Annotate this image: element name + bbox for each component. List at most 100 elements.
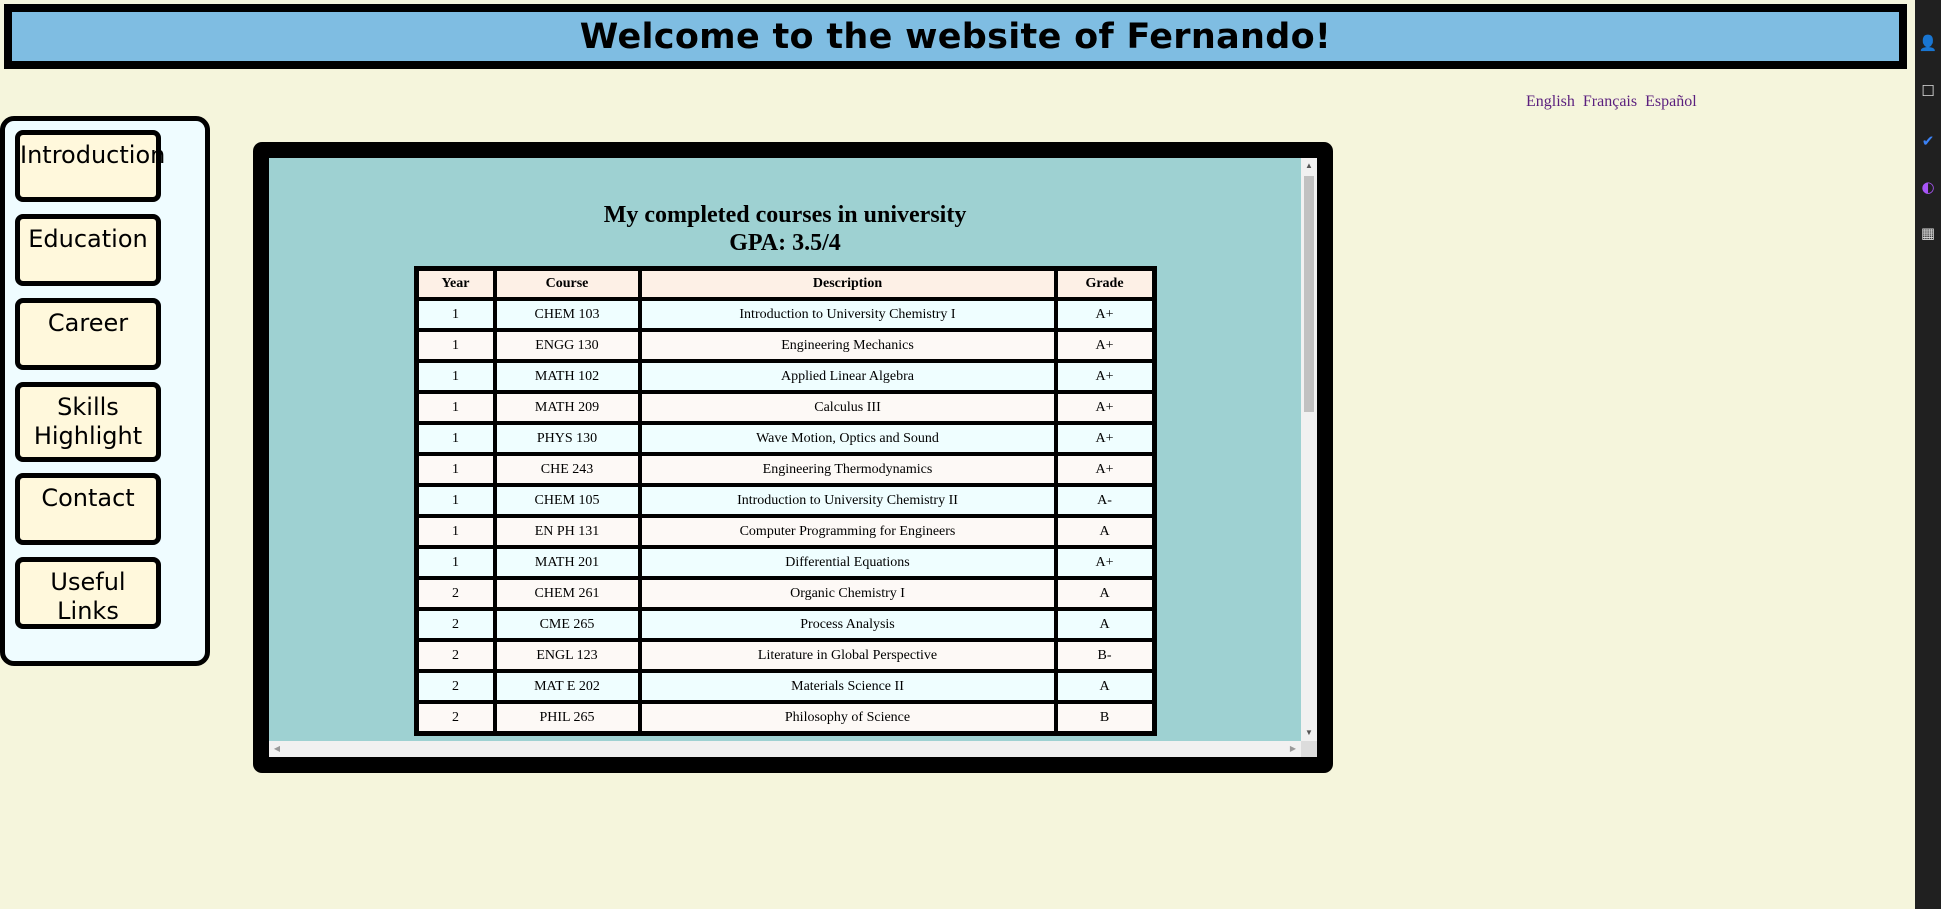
cell-grade: A xyxy=(1057,611,1152,638)
scrollbar-corner xyxy=(1301,741,1317,757)
table-row: 2 MAT E 202 Materials Science II A xyxy=(418,673,1152,700)
cell-year: 1 xyxy=(418,549,493,576)
clipboard-icon[interactable]: ☐ xyxy=(1917,80,1939,102)
courses-content: My completed courses in university GPA: … xyxy=(269,158,1301,741)
cell-description: Process Analysis xyxy=(641,611,1054,638)
courses-heading: My completed courses in university GPA: … xyxy=(269,158,1301,257)
scroll-left-icon[interactable]: ◀ xyxy=(270,741,284,757)
cell-description: Organic Chemistry I xyxy=(641,580,1054,607)
cell-course: MATH 102 xyxy=(496,363,638,390)
courses-viewport[interactable]: My completed courses in university GPA: … xyxy=(269,158,1317,757)
grid-icon[interactable]: ▦ xyxy=(1917,222,1939,244)
cell-description: Differential Equations xyxy=(641,549,1054,576)
sidebar-item-education[interactable]: Education xyxy=(15,214,161,286)
cell-description: Engineering Mechanics xyxy=(641,332,1054,359)
cell-course: MATH 201 xyxy=(496,549,638,576)
cell-year: 1 xyxy=(418,425,493,452)
table-row: 1 CHEM 103 Introduction to University Chem… xyxy=(418,301,1152,328)
language-link-english[interactable]: English xyxy=(1526,93,1575,111)
cell-course: CHEM 103 xyxy=(496,301,638,328)
cell-description: Materials Science II xyxy=(641,673,1054,700)
page-title: Welcome to the website of Fernando! xyxy=(579,16,1332,57)
cell-description: Introduction to University Chemistry I xyxy=(641,301,1054,328)
cell-year: 1 xyxy=(418,332,493,359)
table-row: 2 ENGL 123 Literature in Global Perspectiv… xyxy=(418,642,1152,669)
cell-description: Computer Programming for Engineers xyxy=(641,518,1054,545)
sidebar-item-useful-links[interactable]: Useful Links xyxy=(15,557,161,629)
content-frame: My completed courses in university GPA: … xyxy=(253,142,1333,773)
column-header-course: Course xyxy=(496,271,638,297)
scroll-up-icon[interactable]: ▲ xyxy=(1301,159,1317,173)
sidebar-item-contact[interactable]: Contact xyxy=(15,473,161,545)
cell-grade: A+ xyxy=(1057,332,1152,359)
horizontal-scrollbar[interactable]: ◀ ▶ xyxy=(269,741,1301,757)
cell-course: EN PH 131 xyxy=(496,518,638,545)
cell-grade: B- xyxy=(1057,642,1152,669)
cell-course: ENGG 130 xyxy=(496,332,638,359)
cell-year: 2 xyxy=(418,611,493,638)
language-link-spanish[interactable]: Español xyxy=(1645,93,1697,111)
sidebar-item-career[interactable]: Career xyxy=(15,298,161,370)
cell-grade: A+ xyxy=(1057,301,1152,328)
cell-course: ENGL 123 xyxy=(496,642,638,669)
cell-year: 1 xyxy=(418,394,493,421)
table-row: 1 ENGG 130 Engineering Mechanics A+ xyxy=(418,332,1152,359)
sidebar-item-skills-highlight[interactable]: Skills Highlight xyxy=(15,382,161,462)
cell-year: 2 xyxy=(418,704,493,731)
scroll-down-icon[interactable]: ▼ xyxy=(1301,726,1317,740)
cell-year: 2 xyxy=(418,642,493,669)
vertical-scroll-thumb[interactable] xyxy=(1304,176,1314,412)
table-header-row: Year Course Description Grade xyxy=(418,271,1152,297)
scroll-right-icon[interactable]: ▶ xyxy=(1286,741,1300,757)
cell-course: PHYS 130 xyxy=(496,425,638,452)
table-row: 2 CHEM 261 Organic Chemistry IA xyxy=(418,580,1152,607)
cell-year: 1 xyxy=(418,456,493,483)
language-link-french[interactable]: Français xyxy=(1583,93,1637,111)
column-header-description: Description xyxy=(641,271,1054,297)
cell-year: 1 xyxy=(418,301,493,328)
cell-description: Introduction to University Chemistry II xyxy=(641,487,1054,514)
app-icon[interactable]: ◐ xyxy=(1917,176,1939,198)
cell-year: 2 xyxy=(418,673,493,700)
cell-grade: A- xyxy=(1057,487,1152,514)
table-row: 1 EN PH 131 Computer Programming for Engin… xyxy=(418,518,1152,545)
vertical-scrollbar[interactable]: ▲ ▼ xyxy=(1301,158,1317,741)
site-header: Welcome to the website of Fernando! xyxy=(4,4,1907,69)
column-header-year: Year xyxy=(418,271,493,297)
courses-title: My completed courses in university xyxy=(603,202,967,228)
sidebar-item-introduction[interactable]: Introduction xyxy=(15,130,165,202)
table-row: 2 PHIL 265 Philosophy of Science B xyxy=(418,704,1152,731)
cell-grade: A+ xyxy=(1057,456,1152,483)
cell-grade: A+ xyxy=(1057,394,1152,421)
cell-year: 1 xyxy=(418,487,493,514)
cell-grade: A xyxy=(1057,580,1152,607)
cell-year: 2 xyxy=(418,580,493,607)
cell-description: Calculus III xyxy=(641,394,1054,421)
cell-description: Applied Linear Algebra xyxy=(641,363,1054,390)
cell-description: Wave Motion, Optics and Sound xyxy=(641,425,1054,452)
cell-course: MATH 209 xyxy=(496,394,638,421)
cell-description: Engineering Thermodynamics xyxy=(641,456,1054,483)
cell-course: CHEM 261 xyxy=(496,580,638,607)
table-row: 1 MATH 209 Calculus III A+ xyxy=(418,394,1152,421)
cell-course: MAT E 202 xyxy=(496,673,638,700)
cell-course: PHIL 265 xyxy=(496,704,638,731)
cell-grade: A xyxy=(1057,518,1152,545)
people-icon[interactable]: 👤 xyxy=(1917,32,1939,54)
checkmark-icon[interactable]: ✔ xyxy=(1917,130,1939,152)
cell-course: CHEM 105 xyxy=(496,487,638,514)
table-row: 1 CHEM 105 Introduction to University Chem… xyxy=(418,487,1152,514)
table-row: 1 MATH 102 Applied Linear Algebra A+ xyxy=(418,363,1152,390)
cell-year: 1 xyxy=(418,518,493,545)
cell-description: Philosophy of Science xyxy=(641,704,1054,731)
table-row: 1 PHYS 130 Wave Motion, Optics and Sound A+ xyxy=(418,425,1152,452)
column-header-grade: Grade xyxy=(1057,271,1152,297)
cell-grade: B xyxy=(1057,704,1152,731)
language-switcher: English Français Español xyxy=(1526,93,1697,111)
gpa-text: GPA: 3.5/4 xyxy=(729,230,841,256)
cell-course: CHE 243 xyxy=(496,456,638,483)
browser-side-panel: 👤 ☐ ✔ ◐ ▦ xyxy=(1915,0,1941,909)
table-row: 1 CHE 243 Engineering Thermodynamics A+ xyxy=(418,456,1152,483)
cell-year: 1 xyxy=(418,363,493,390)
cell-description: Literature in Global Perspective xyxy=(641,642,1054,669)
